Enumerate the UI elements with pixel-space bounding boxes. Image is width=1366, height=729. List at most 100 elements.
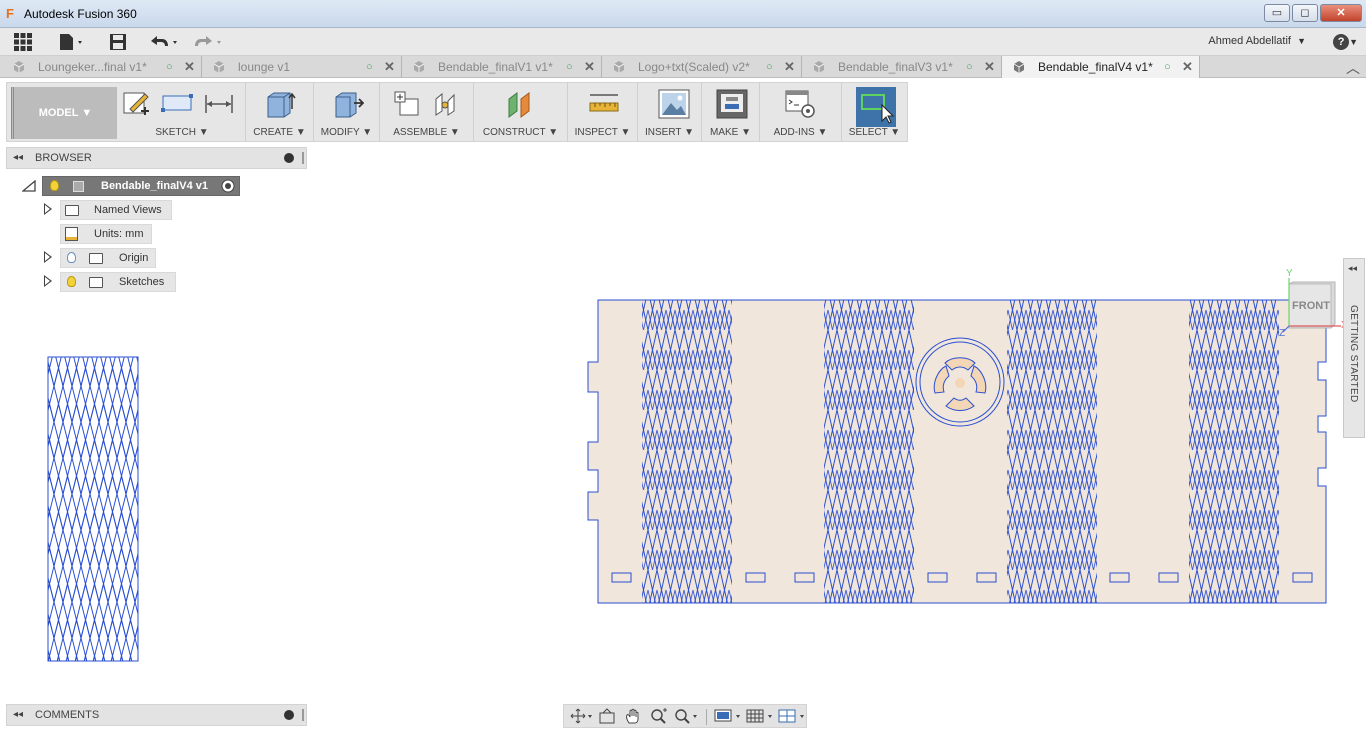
collapse-browser-icon[interactable]: ◂◂	[13, 152, 23, 163]
make-group[interactable]: MAKE ▼	[701, 83, 759, 141]
part-cube-icon	[213, 61, 225, 73]
collapse-tabs-icon[interactable]: ︿	[1346, 58, 1360, 78]
document-tabs: Loungeker...final v1* ○ ✕ lounge v1 ○ ✕ Bendab…	[0, 56, 1366, 78]
assemble-group[interactable]: ASSEMBLE ▼	[379, 83, 473, 141]
close-tab-icon[interactable]: ✕	[184, 56, 195, 78]
inspect-menu-label[interactable]: INSPECT ▼	[568, 127, 637, 138]
toolbar: MODEL ▼ SKETCH ▼ CREATE ▼ MODIFY ▼ ASSEM…	[6, 82, 908, 142]
document-tab[interactable]: Bendable_finalV3 v1* ○ ✕	[802, 56, 1002, 78]
part-cube-icon	[13, 61, 25, 73]
measure-icon[interactable]	[588, 89, 620, 119]
expand-panel-icon[interactable]: ◂◂	[1348, 263, 1357, 274]
view-cube-face-label[interactable]: FRONT	[1291, 300, 1331, 312]
create-group[interactable]: CREATE ▼	[245, 83, 313, 141]
modify-menu-label[interactable]: MODIFY ▼	[314, 127, 379, 138]
grid-settings-icon[interactable]	[746, 708, 774, 724]
add-comment-icon[interactable]	[284, 710, 294, 720]
view-cube[interactable]: FRONT Y X Z	[1279, 268, 1351, 340]
file-icon[interactable]	[58, 32, 86, 52]
add-ins-group[interactable]: ADD-INS ▼	[759, 83, 841, 141]
rectangle-icon[interactable]	[161, 89, 193, 119]
select-menu-label[interactable]: SELECT ▼	[842, 127, 907, 138]
navigation-bar	[563, 704, 807, 728]
sketch-group[interactable]: SKETCH ▼	[119, 83, 245, 141]
main-sketch-panel[interactable]	[587, 299, 1327, 604]
panel-grip-icon[interactable]	[302, 709, 304, 721]
saved-status-icon: ○	[1164, 61, 1171, 73]
saved-status-icon: ○	[566, 61, 573, 73]
getting-started-label[interactable]: GETTING STARTED	[1348, 305, 1359, 402]
sketch-strip[interactable]	[47, 356, 139, 662]
joint-icon[interactable]	[430, 89, 462, 119]
offset-plane-icon[interactable]	[505, 89, 537, 119]
dimension-icon[interactable]	[203, 89, 235, 119]
fit-zoom-icon[interactable]	[674, 708, 700, 724]
pan-hand-icon[interactable]	[624, 708, 642, 724]
new-component-icon[interactable]	[392, 89, 424, 119]
comments-panel-header[interactable]: ◂◂ COMMENTS	[6, 704, 307, 726]
insert-image-icon[interactable]	[658, 89, 690, 119]
construct-menu-label[interactable]: CONSTRUCT ▼	[474, 127, 567, 138]
select-group[interactable]: SELECT ▼	[841, 83, 907, 141]
insert-group[interactable]: INSERT ▼	[637, 83, 701, 141]
document-tab-label[interactable]: Bendable_finalV4 v1*	[1038, 56, 1153, 78]
scripts-addins-icon[interactable]	[784, 89, 816, 119]
insert-menu-label[interactable]: INSERT ▼	[638, 127, 701, 138]
close-tab-icon[interactable]: ✕	[784, 56, 795, 78]
axis-y-label: Y	[1286, 268, 1293, 279]
assemble-menu-label[interactable]: ASSEMBLE ▼	[380, 127, 473, 138]
document-tab[interactable]: Bendable_finalV4 v1* ○ ✕	[1002, 56, 1200, 78]
construct-group[interactable]: CONSTRUCT ▼	[473, 83, 567, 141]
3d-print-icon[interactable]	[716, 89, 748, 119]
sketch-menu-label[interactable]: SKETCH ▼	[119, 127, 245, 138]
create-menu-label[interactable]: CREATE ▼	[246, 127, 313, 138]
pin-icon[interactable]	[284, 153, 294, 163]
apps-grid-icon[interactable]	[13, 32, 33, 52]
select-icon	[861, 94, 895, 124]
close-tab-icon[interactable]: ✕	[384, 56, 395, 78]
make-menu-label[interactable]: MAKE ▼	[702, 127, 759, 138]
display-settings-icon[interactable]	[714, 708, 742, 724]
saved-status-icon: ○	[966, 61, 973, 73]
minimize-button[interactable]: ▭	[1264, 4, 1290, 22]
document-tab-label[interactable]: Logo+txt(Scaled) v2*	[638, 56, 750, 78]
close-window-button[interactable]: ✕	[1320, 4, 1362, 22]
document-tab[interactable]: lounge v1 ○ ✕	[202, 56, 402, 78]
workspace-switcher[interactable]: MODEL ▼	[11, 87, 117, 139]
orbit-icon[interactable]	[570, 708, 592, 724]
extrude-icon[interactable]	[264, 89, 296, 119]
create-sketch-icon[interactable]	[121, 89, 153, 119]
document-tab[interactable]: Logo+txt(Scaled) v2* ○ ✕	[602, 56, 802, 78]
select-tool-button[interactable]	[856, 87, 896, 127]
help-button[interactable]: ? ▼	[1333, 32, 1358, 50]
close-tab-icon[interactable]: ✕	[584, 56, 595, 78]
fusion-logo-icon: F	[6, 6, 14, 21]
collapse-comments-icon[interactable]: ◂◂	[13, 709, 23, 720]
close-tab-icon[interactable]: ✕	[1182, 56, 1193, 78]
undo-icon[interactable]	[148, 32, 182, 52]
document-tab[interactable]: Loungeker...final v1* ○ ✕	[2, 56, 202, 78]
part-cube-icon	[1013, 61, 1025, 73]
modify-group[interactable]: MODIFY ▼	[313, 83, 379, 141]
add-ins-menu-label[interactable]: ADD-INS ▼	[760, 127, 841, 138]
save-icon[interactable]	[108, 32, 128, 52]
inspect-group[interactable]: INSPECT ▼	[567, 83, 637, 141]
viewports-icon[interactable]	[778, 708, 806, 724]
redo-icon[interactable]	[192, 32, 226, 52]
zoom-icon[interactable]	[650, 708, 668, 724]
maximize-button[interactable]: ◻	[1292, 4, 1318, 22]
getting-started-panel[interactable]: ◂◂ GETTING STARTED	[1343, 258, 1365, 438]
document-tab-label[interactable]: Bendable_finalV1 v1*	[438, 56, 553, 78]
document-tab-label[interactable]: Bendable_finalV3 v1*	[838, 56, 953, 78]
document-tab-label[interactable]: Loungeker...final v1*	[38, 56, 147, 78]
document-tab[interactable]: Bendable_finalV1 v1* ○ ✕	[402, 56, 602, 78]
axis-z-label: Z	[1279, 328, 1286, 339]
browser-panel-header[interactable]: ◂◂ BROWSER	[6, 147, 307, 169]
user-menu[interactable]: Ahmed Abdellatif ▼	[1208, 35, 1306, 47]
press-pull-icon[interactable]	[332, 89, 364, 119]
design-canvas[interactable]: FRONT Y X Z	[0, 170, 1366, 705]
look-at-icon[interactable]	[598, 708, 616, 724]
close-tab-icon[interactable]: ✕	[984, 56, 995, 78]
panel-grip-icon[interactable]	[302, 152, 304, 164]
document-tab-label[interactable]: lounge v1	[238, 56, 290, 78]
